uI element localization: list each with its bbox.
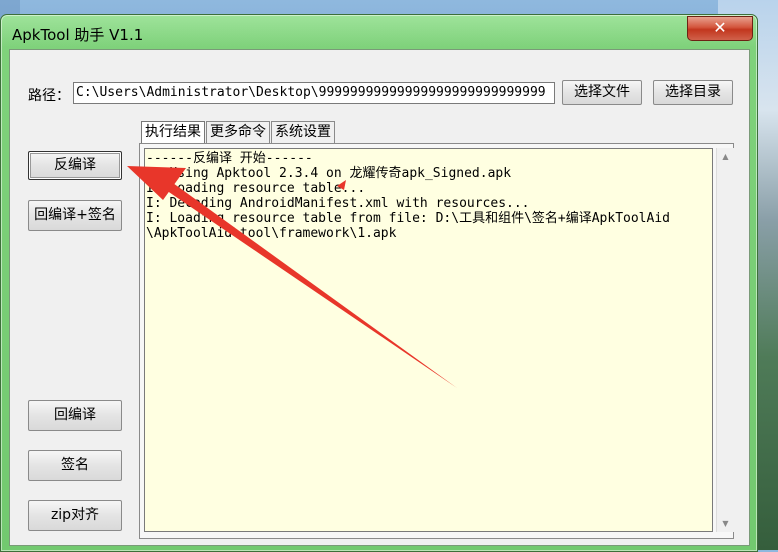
zip-align-button[interactable]: zip对齐 — [28, 500, 122, 531]
path-label: 路径： — [28, 88, 70, 104]
scroll-up-icon[interactable]: ▲ — [717, 148, 734, 165]
rebuild-button[interactable]: 回编译 — [28, 400, 122, 431]
rebuild-sign-button[interactable]: 回编译+签名 — [28, 200, 122, 231]
tab-results[interactable]: 执行结果 — [141, 121, 205, 144]
app-window: ApkTool 助手 V1.1 ✕ 路径： C:\Users\Administr… — [0, 14, 758, 552]
log-line: I: Loading resource table... — [146, 181, 366, 196]
window-client-area: 路径： C:\Users\Administrator\Desktop\99999… — [9, 49, 750, 546]
log-line: \ApkToolAid\tool\framework\1.apk — [146, 226, 397, 241]
decompile-button[interactable]: 反编译 — [28, 151, 122, 180]
log-line: ------反编译 开始------ — [146, 151, 313, 166]
log-line: I: Decoding AndroidManifest.xml with res… — [146, 196, 530, 211]
tab-bar: 执行结果 更多命令 系统设置 — [141, 121, 336, 144]
path-input[interactable]: C:\Users\Administrator\Desktop\999999999… — [73, 82, 555, 104]
output-log[interactable]: ------反编译 开始------ I: Using Apktool 2.3.… — [144, 148, 713, 532]
log-line: I: Using Apktool 2.3.4 on 龙耀传奇apk_Signed… — [146, 166, 512, 181]
close-icon: ✕ — [713, 18, 727, 37]
window-title: ApkTool 助手 V1.1 — [12, 26, 144, 44]
close-button[interactable]: ✕ — [687, 16, 753, 41]
results-panel: ------反编译 开始------ I: Using Apktool 2.3.… — [139, 143, 734, 539]
log-line: I: Loading resource table from file: D:\… — [146, 211, 670, 226]
output-scrollbar[interactable]: ▲ ▼ — [716, 148, 734, 532]
choose-dir-button[interactable]: 选择目录 — [653, 80, 733, 105]
scroll-down-icon[interactable]: ▼ — [717, 515, 734, 532]
tab-more-commands[interactable]: 更多命令 — [206, 121, 270, 143]
tab-settings[interactable]: 系统设置 — [271, 121, 335, 143]
sign-button[interactable]: 签名 — [28, 450, 122, 481]
choose-file-button[interactable]: 选择文件 — [562, 80, 642, 105]
